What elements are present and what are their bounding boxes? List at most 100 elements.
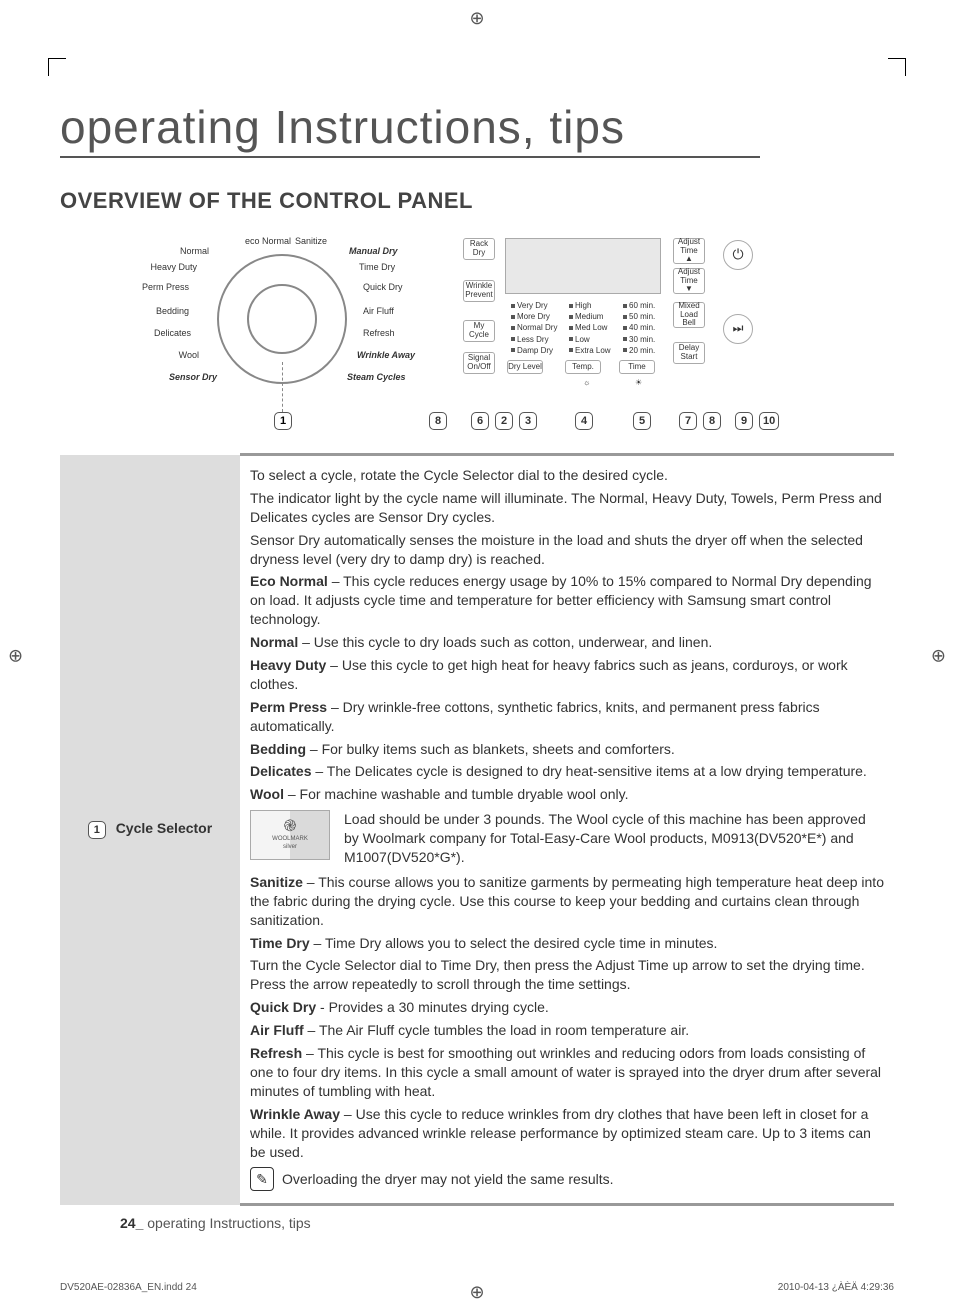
woolmark-label: WOOLMARK bbox=[272, 835, 308, 843]
lbl: Refresh bbox=[250, 1045, 302, 1061]
callout-8b: 8 bbox=[703, 412, 721, 430]
registration-mark-left: ⊕ bbox=[8, 645, 23, 666]
wool-detail-text: Load should be under 3 pounds. The Wool … bbox=[344, 810, 884, 867]
row-title: Cycle Selector bbox=[116, 820, 213, 836]
p: Turn the Cycle Selector dial to Time Dry… bbox=[250, 956, 884, 994]
callout-9: 9 bbox=[735, 412, 753, 430]
dial-label-bedding: Bedding bbox=[156, 306, 189, 316]
callout-1: 1 bbox=[274, 412, 292, 430]
lbl: Delicates bbox=[250, 763, 311, 779]
start-pause-button: ⏭ bbox=[723, 314, 753, 344]
power-button: ⏻ bbox=[723, 240, 753, 270]
callout-10: 10 bbox=[759, 412, 779, 430]
opt: 50 min. bbox=[629, 311, 655, 322]
dial-label-wrinkleaway: Wrinkle Away bbox=[357, 350, 415, 360]
p: Bedding – For bulky items such as blanke… bbox=[250, 740, 884, 759]
registration-mark-top: ⊕ bbox=[469, 8, 484, 29]
indd-name: DV520AE-02836A_EN.indd 24 bbox=[60, 1282, 197, 1293]
time-column: 60 min. 50 min. 40 min. 30 min. 20 min. bbox=[623, 300, 655, 356]
opt: Damp Dry bbox=[517, 345, 553, 356]
wrinkle-prevent-button: WrinklePrevent bbox=[463, 280, 495, 302]
woolmark-badge: ֎ WOOLMARK silver bbox=[250, 810, 330, 860]
txt: – This course allows you to sanitize gar… bbox=[250, 874, 884, 928]
lbl: Air Fluff bbox=[250, 1022, 304, 1038]
opt: 60 min. bbox=[629, 300, 655, 311]
dial-label-normal: Normal bbox=[180, 246, 209, 256]
dial-label-steam: Steam Cycles bbox=[347, 372, 406, 382]
lbl: Sanitize bbox=[250, 874, 303, 890]
txt: - Provides a 30 minutes drying cycle. bbox=[316, 999, 549, 1015]
opt: 30 min. bbox=[629, 334, 655, 345]
time-btn: Time bbox=[619, 360, 655, 374]
txt: – Use this cycle to dry loads such as co… bbox=[298, 634, 712, 650]
signal-button: SignalOn/Off bbox=[463, 352, 495, 374]
row-heading: 1 Cycle Selector bbox=[60, 455, 240, 1205]
woolmark-sub: silver bbox=[283, 843, 297, 851]
txt: – For bulky items such as blankets, shee… bbox=[306, 741, 675, 757]
callout-5: 5 bbox=[633, 412, 651, 430]
opt: Low bbox=[575, 334, 590, 345]
control-panel-diagram: eco Normal Sanitize Normal Heavy Duty Pe… bbox=[60, 232, 894, 427]
opt: 40 min. bbox=[629, 322, 655, 333]
txt: – For machine washable and tumble dryabl… bbox=[284, 786, 628, 802]
dial-label-heavy: Heavy Duty bbox=[150, 262, 197, 272]
section-heading: OVERVIEW OF THE CONTROL PANEL bbox=[60, 188, 894, 214]
leader-line bbox=[282, 362, 283, 412]
p: Normal – Use this cycle to dry loads suc… bbox=[250, 633, 884, 652]
delay-start-btn: DelayStart bbox=[673, 342, 705, 364]
p: Refresh – This cycle is best for smoothi… bbox=[250, 1044, 884, 1101]
dial-label-delicates: Delicates bbox=[154, 328, 191, 338]
row-num: 1 bbox=[88, 821, 106, 839]
crop-mark bbox=[48, 58, 66, 76]
dial-label-sanitize: Sanitize bbox=[295, 236, 327, 246]
dial-label-eco: eco Normal bbox=[245, 236, 291, 246]
wool-detail-row: ֎ WOOLMARK silver Load should be under 3… bbox=[250, 810, 884, 867]
row-body: To select a cycle, rotate the Cycle Sele… bbox=[240, 455, 894, 1205]
description-table: 1 Cycle Selector To select a cycle, rota… bbox=[60, 453, 894, 1206]
p: Perm Press – Dry wrinkle-free cottons, s… bbox=[250, 698, 884, 736]
opt: Less Dry bbox=[517, 334, 549, 345]
page-footer: 24_ operating Instructions, tips bbox=[120, 1215, 311, 1231]
lbl: Heavy Duty bbox=[250, 657, 326, 673]
txt: – The Delicates cycle is designed to dry… bbox=[311, 763, 866, 779]
page-number: 24_ bbox=[120, 1215, 143, 1231]
dial-label-refresh: Refresh bbox=[363, 328, 395, 338]
lbl: Wool bbox=[250, 786, 284, 802]
txt: – Time Dry allows you to select the desi… bbox=[310, 935, 718, 951]
my-cycle-button: MyCycle bbox=[463, 320, 495, 342]
temp-column: High Medium Med Low Low Extra Low bbox=[569, 300, 611, 356]
txt: – Use this cycle to get high heat for he… bbox=[250, 657, 848, 692]
mixed-load-btn: MixedLoadBell bbox=[673, 302, 705, 328]
adjust-dn-btn: AdjustTime▼ bbox=[673, 268, 705, 294]
temp-btn: Temp. bbox=[565, 360, 601, 374]
p: Sanitize – This course allows you to san… bbox=[250, 873, 884, 930]
page-title: operating Instructions, tips bbox=[60, 100, 760, 158]
dial-label-sensordry: Sensor Dry bbox=[169, 372, 217, 382]
button-panel-diagram: RackDry WrinklePrevent MyCycle SignalOn/… bbox=[457, 232, 817, 427]
txt: – Dry wrinkle-free cottons, synthetic fa… bbox=[250, 699, 820, 734]
p: Eco Normal – This cycle reduces energy u… bbox=[250, 572, 884, 629]
note-row: ✎ Overloading the dryer may not yield th… bbox=[250, 1167, 884, 1191]
lbl: Bedding bbox=[250, 741, 306, 757]
opt: Medium bbox=[575, 311, 603, 322]
rack-dry-button: RackDry bbox=[463, 238, 495, 260]
dry-level-btn: Dry Level bbox=[507, 360, 543, 374]
p: Air Fluff – The Air Fluff cycle tumbles … bbox=[250, 1021, 884, 1040]
p: Sensor Dry automatically senses the mois… bbox=[250, 531, 884, 569]
callout-8a: 8 bbox=[429, 412, 447, 430]
p: Wrinkle Away – Use this cycle to reduce … bbox=[250, 1105, 884, 1162]
p: Wool – For machine washable and tumble d… bbox=[250, 785, 884, 804]
dial-label-quickdry: Quick Dry bbox=[363, 282, 403, 292]
callout-6: 6 bbox=[471, 412, 489, 430]
callout-2: 2 bbox=[495, 412, 513, 430]
dial-label-timedry: Time Dry bbox=[359, 262, 395, 272]
page-label: operating Instructions, tips bbox=[143, 1215, 310, 1231]
cycle-selector-dial-diagram: eco Normal Sanitize Normal Heavy Duty Pe… bbox=[137, 232, 437, 427]
lbl: Quick Dry bbox=[250, 999, 316, 1015]
p: To select a cycle, rotate the Cycle Sele… bbox=[250, 466, 884, 485]
opt: Very Dry bbox=[517, 300, 548, 311]
opt: Med Low bbox=[575, 322, 607, 333]
txt: – The Air Fluff cycle tumbles the load i… bbox=[304, 1022, 689, 1038]
callout-4: 4 bbox=[575, 412, 593, 430]
opt: High bbox=[575, 300, 591, 311]
